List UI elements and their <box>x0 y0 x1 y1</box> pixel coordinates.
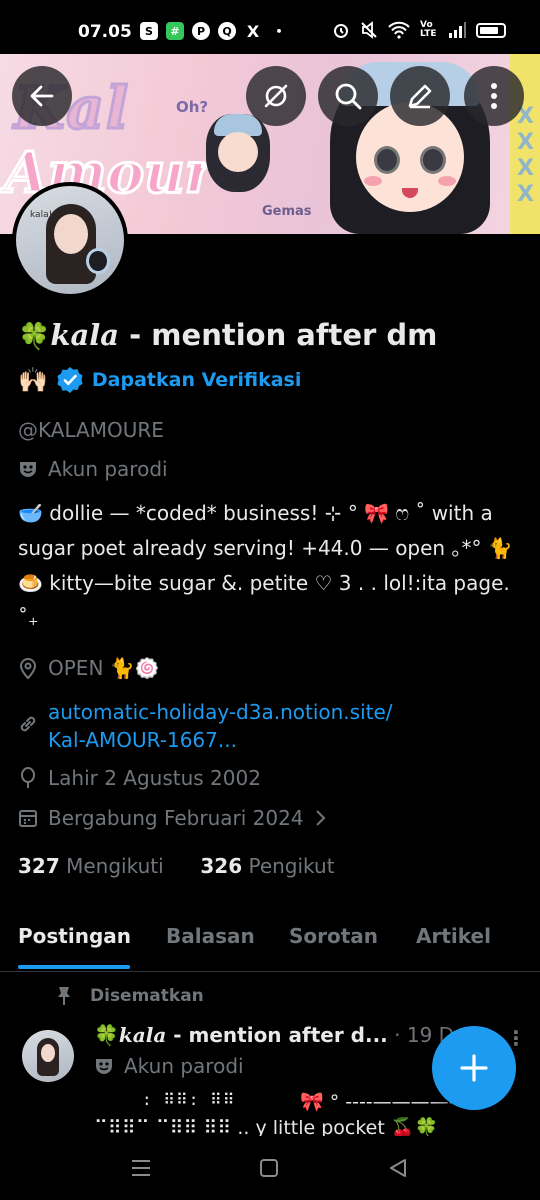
battery-icon <box>476 22 506 38</box>
profile-display-name: 🍀kala - mention after dm <box>18 318 437 352</box>
verified-badge-icon <box>57 367 83 393</box>
post-body-line-2: ⠉⠿⠿⠉ ⠉⠿⠿ ⠿⠿ .. y little pocket 🍒🍀 <box>94 1117 439 1136</box>
search-button[interactable] <box>318 66 378 126</box>
birthday-row: Lahir 2 Agustus 2002 <box>18 766 261 790</box>
edit-profile-button[interactable] <box>390 66 450 126</box>
tab-postingan[interactable]: Postingan <box>18 924 131 948</box>
profile-bio: 🥣 dollie — *coded* business! ⊹ ° 🎀 ෆ ˚ w… <box>18 496 522 636</box>
bio-line-2: sugar poet already serving! +44.0 — open… <box>18 536 513 560</box>
banner-bubble-text: Oh? <box>176 98 209 116</box>
system-nav-bar <box>0 1140 540 1200</box>
tab-balasan[interactable]: Balasan <box>166 924 255 948</box>
more-dot-icon: • <box>275 24 283 38</box>
display-name-italic: kala <box>50 318 120 352</box>
bio-line-1: 🥣 dollie — *coded* business! ⊹ ° 🎀 ෆ ˚ w… <box>18 501 493 525</box>
get-verified-link[interactable]: Dapatkan Verifikasi <box>92 369 302 391</box>
verification-row: 🙌🏻 Dapatkan Verifikasi <box>18 366 301 394</box>
balloon-icon <box>21 767 35 788</box>
post-author-name[interactable]: 🍀kala - mention after d... <box>94 1023 388 1047</box>
display-name-rest: - mention after dm <box>119 318 438 352</box>
tab-sorotan[interactable]: Sorotan <box>289 924 378 948</box>
joined-text: Bergabung Februari 2024 <box>48 806 304 830</box>
location-pin-icon <box>19 658 37 679</box>
location-row: OPEN 🐈🍥 <box>18 656 160 680</box>
profile-handle: @KALAMOURE <box>18 418 164 442</box>
pencil-icon <box>408 84 432 109</box>
more-options-button[interactable] <box>464 66 524 126</box>
bio-line-3: 🍮 kitty—bite sugar &. petite ♡ 3 . . lol… <box>18 571 510 595</box>
active-tab-indicator <box>18 965 130 969</box>
x-app-icon: X <box>246 21 260 41</box>
status-app-icons: S # P Q X • <box>140 21 288 41</box>
following-label: Mengikuti <box>66 854 164 878</box>
app-circle-icon: Q <box>218 22 236 40</box>
banner-chibi-small <box>206 114 270 192</box>
signal-icon <box>449 22 466 38</box>
birthday-text: Lahir 2 Agustus 2002 <box>48 766 261 790</box>
followers-label: Pengikut <box>248 854 335 878</box>
arrow-left-icon <box>30 85 54 107</box>
website-line-2: Kal-AMOUR-1667... <box>48 728 237 752</box>
joined-row[interactable]: Bergabung Februari 2024 <box>18 806 326 830</box>
grid-app-icon: # <box>166 22 184 40</box>
status-system-icons: Vo LTE <box>332 21 506 39</box>
more-vertical-icon <box>491 83 497 109</box>
post-body-art: : ⠿⠿: ⠿⠿ <box>142 1090 236 1109</box>
followers-count: 326 <box>200 854 243 878</box>
website-line-1: automatic-holiday-d3a.notion.site/ <box>48 700 393 724</box>
back-button[interactable] <box>12 66 72 126</box>
eye-off-icon <box>264 84 288 108</box>
menu-icon[interactable] <box>130 1158 152 1178</box>
banner-side-marks: XXXX <box>517 104 534 207</box>
post-author-italic: kala <box>118 1023 167 1047</box>
square-icon[interactable] <box>259 1158 279 1178</box>
following-count: 327 <box>18 854 60 878</box>
website-row: automatic-holiday-d3a.notion.site/ Kal-A… <box>18 698 393 754</box>
parody-label-row: Akun parodi <box>18 457 168 481</box>
parody-label: Akun parodi <box>48 457 168 481</box>
raised-hands-emoji: 🙌🏻 <box>18 366 48 394</box>
pin-icon <box>58 987 70 1005</box>
plus-icon <box>460 1054 488 1082</box>
post-author-avatar[interactable] <box>22 1030 74 1082</box>
post-author-rest: - mention after d... <box>166 1023 388 1047</box>
tab-artikel[interactable]: Artikel <box>416 924 491 948</box>
clover-emoji: 🍀 <box>18 322 51 352</box>
link-icon <box>20 716 36 732</box>
post-parody-row: Akun parodi <box>94 1054 244 1078</box>
location-text: OPEN 🐈🍥 <box>48 656 160 680</box>
shop-app-icon: S <box>140 22 158 40</box>
chevron-right-icon <box>315 810 325 826</box>
theater-mask-icon <box>96 1059 112 1074</box>
pinned-indicator: Disematkan <box>56 986 204 1006</box>
profile-tabs: Postingan Balasan Sorotan Artikel <box>0 900 540 972</box>
pinned-label: Disematkan <box>90 986 204 1006</box>
avatar-tag-text: kala! <box>30 210 53 220</box>
mute-profile-button[interactable] <box>246 66 306 126</box>
status-time: 07.05 <box>78 22 132 42</box>
status-bar: 07.05 S # P Q X • Vo LTE <box>0 0 540 54</box>
post-parody-label: Akun parodi <box>124 1054 244 1078</box>
theater-mask-icon <box>20 462 36 477</box>
compose-post-button[interactable] <box>432 1026 516 1110</box>
post-author-emoji: 🍀 <box>94 1023 119 1047</box>
search-icon <box>335 83 362 110</box>
pinterest-app-icon: P <box>192 22 210 40</box>
post-header: 🍀kala - mention after d... · 19 Des <box>94 1023 477 1047</box>
calendar-icon <box>19 810 37 827</box>
follow-stats: 327 Mengikuti 326 Pengikut <box>18 854 335 878</box>
profile-avatar[interactable]: kala! <box>12 182 128 298</box>
bio-line-4: ˚₊ <box>18 606 39 630</box>
triangle-back-icon[interactable] <box>388 1158 408 1178</box>
alarm-icon <box>334 24 348 38</box>
following-link[interactable]: 327 Mengikuti <box>18 854 164 878</box>
website-link[interactable]: automatic-holiday-d3a.notion.site/ Kal-A… <box>48 698 393 754</box>
followers-link[interactable]: 326 Pengikut <box>200 854 334 878</box>
wifi-icon <box>388 21 410 39</box>
banner-sticker-text: Gemas <box>262 204 312 219</box>
mute-icon <box>361 21 377 39</box>
volte-label: Vo LTE <box>420 20 437 39</box>
